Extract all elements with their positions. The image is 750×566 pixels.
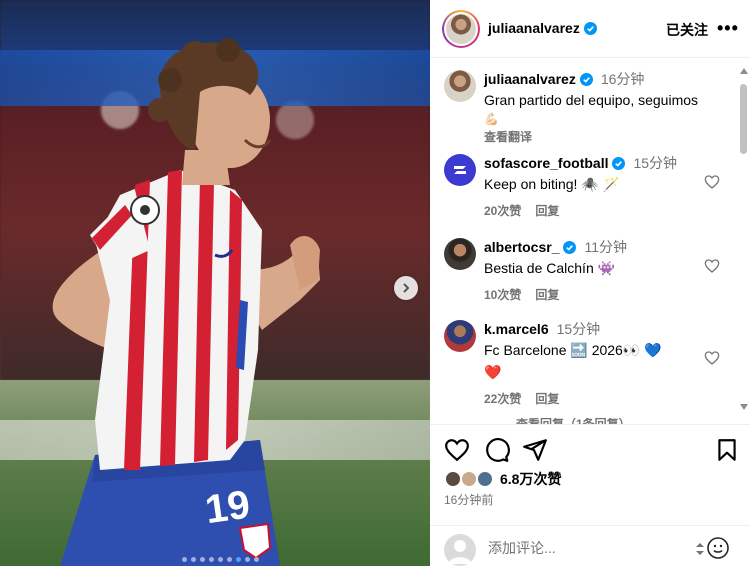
commenter-avatar[interactable]	[444, 154, 476, 186]
post-header: juliaanalvarez 已关注 •••	[430, 0, 750, 58]
carousel-dot	[191, 557, 196, 562]
comment-text: Bestia de Calchín 👾	[484, 260, 616, 276]
carousel-dot	[254, 557, 259, 562]
comment-input[interactable]	[488, 540, 688, 556]
comment-like-count[interactable]: 10次赞	[484, 286, 521, 303]
commenter-username[interactable]: albertocsr_	[484, 239, 559, 255]
carousel-dot	[218, 557, 223, 562]
chevron-right-icon	[403, 283, 410, 293]
commenter-username[interactable]: juliaanalvarez	[484, 71, 576, 87]
bookmark-icon[interactable]	[714, 437, 740, 463]
author-username[interactable]: juliaanalvarez	[488, 20, 597, 36]
verified-icon	[583, 21, 597, 35]
author-avatar[interactable]	[442, 10, 480, 48]
comment-time: 15分钟	[633, 155, 678, 171]
comment-emoji-line: 💪🏻	[484, 112, 499, 126]
verified-icon	[563, 240, 577, 254]
comment-icon[interactable]	[484, 437, 510, 463]
commenter-avatar[interactable]	[444, 320, 476, 352]
current-user-avatar	[444, 534, 476, 566]
likes-count[interactable]: 6.8万次赞	[500, 469, 561, 489]
like-comment-heart-icon[interactable]	[704, 258, 720, 274]
likes-summary[interactable]: 6.8万次赞	[444, 469, 561, 489]
heart-icon[interactable]	[444, 437, 470, 463]
scroll-down-arrow[interactable]	[740, 404, 748, 410]
comment-time: 11分钟	[584, 239, 628, 255]
resize-stepper-icon[interactable]	[695, 542, 705, 556]
liker-avatar	[476, 470, 494, 488]
more-options-button[interactable]: •••	[717, 18, 739, 39]
carousel-dot	[200, 557, 205, 562]
commenter-avatar[interactable]	[444, 238, 476, 270]
post-actions: 6.8万次赞 16分钟前	[430, 424, 750, 566]
comment-emoji-line: ❤️	[484, 364, 502, 380]
verified-icon	[579, 72, 593, 86]
post-side-panel: juliaanalvarez 已关注 ••• juliaanalvarez 16…	[430, 0, 750, 566]
reply-button[interactable]: 回复	[535, 286, 559, 303]
post-timestamp: 16分钟前	[444, 493, 494, 507]
commenter-username[interactable]: k.marcel6	[484, 321, 549, 337]
author-username-text[interactable]: juliaanalvarez	[488, 20, 580, 36]
shirt-number: 19	[202, 482, 252, 532]
like-comment-heart-icon[interactable]	[704, 350, 720, 366]
commenter-username[interactable]: sofascore_football	[484, 155, 608, 171]
comment-like-count[interactable]: 20次赞	[484, 202, 521, 219]
share-icon[interactable]	[522, 437, 548, 463]
verified-icon	[612, 156, 626, 170]
carousel-indicator	[182, 557, 259, 562]
scroll-thumb[interactable]	[740, 84, 747, 154]
post-image[interactable]: 19	[0, 0, 430, 566]
carousel-dot	[227, 557, 232, 562]
add-comment-bar	[430, 525, 750, 566]
comment-like-count[interactable]: 22次赞	[484, 390, 521, 407]
reply-button[interactable]: 回复	[535, 390, 559, 407]
emoji-icon[interactable]	[706, 536, 730, 560]
scroll-up-arrow[interactable]	[740, 68, 748, 74]
reply-button[interactable]: 回复	[535, 202, 559, 219]
see-translation-link[interactable]: 查看翻译	[484, 128, 532, 145]
comment-text: Gran partido del equipo, seguimos	[484, 92, 699, 108]
sofascore-logo-icon	[454, 166, 466, 174]
carousel-dot	[209, 557, 214, 562]
comments-list: juliaanalvarez 16分钟 Gran partido del equ…	[430, 58, 750, 420]
comment-text: Fc Barcelone 🔜 2026👀 💙	[484, 342, 662, 358]
comments-scrollbar[interactable]	[737, 64, 750, 414]
carousel-dot	[182, 557, 187, 562]
comment-text: Keep on biting! 🕷️ 🪄	[484, 176, 621, 192]
comment-time: 15分钟	[556, 321, 601, 337]
player-figure: 19	[52, 38, 320, 566]
following-button[interactable]: 已关注	[666, 20, 708, 40]
next-image-button[interactable]	[394, 276, 418, 300]
carousel-dot	[245, 557, 250, 562]
carousel-dot	[236, 557, 241, 562]
commenter-avatar[interactable]	[444, 70, 476, 102]
comment-time: 16分钟	[600, 71, 645, 87]
like-comment-heart-icon[interactable]	[704, 174, 720, 190]
